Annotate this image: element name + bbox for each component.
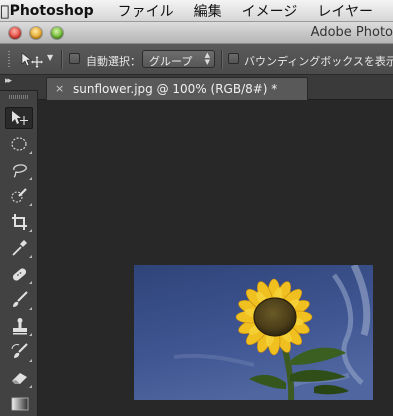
auto-select-label: 自動選択：	[86, 55, 141, 68]
tool-flyout-indicator	[29, 255, 32, 258]
window-title-bar: Adobe Photo	[0, 22, 393, 44]
bandage-icon	[12, 268, 27, 281]
document-tab[interactable]: × sunflower.jpg @ 100% (RGB/8#) *	[46, 77, 308, 100]
eraser-tool[interactable]	[5, 367, 33, 389]
tool-flyout-indicator	[29, 203, 32, 206]
menu-file[interactable]: ファイル	[118, 1, 174, 21]
crop-tool[interactable]	[5, 211, 33, 233]
menu-edit[interactable]: 編集	[194, 1, 222, 21]
gradient-tool[interactable]	[5, 393, 33, 415]
dropdown-arrows-icon: ▲ ▼	[204, 51, 210, 66]
bounding-box-label: バウンディングボックスを表示	[244, 55, 393, 68]
lasso-tool[interactable]	[5, 159, 33, 181]
options-bar-grip[interactable]	[8, 51, 10, 68]
menu-app-name[interactable]: Photoshop	[10, 3, 94, 19]
mac-menu-bar:  Photoshop ファイル 編集 イメージ レイヤー	[0, 0, 393, 22]
tool-flyout-indicator	[29, 359, 32, 362]
document-tab-title: sunflower.jpg @ 100% (RGB/8#) *	[73, 82, 278, 96]
close-document-icon[interactable]: ×	[55, 82, 64, 95]
quick-selection-tool[interactable]	[5, 185, 33, 207]
document-tab-bar: × sunflower.jpg @ 100% (RGB/8#) *	[38, 75, 393, 100]
history-brush-icon	[11, 343, 28, 358]
tools-panel	[0, 91, 38, 416]
window-title: Adobe Photo	[310, 25, 393, 40]
canvas-workspace[interactable]	[39, 100, 393, 416]
tools-panel-grip[interactable]	[9, 95, 29, 99]
collapse-panel-icon[interactable]: ▸▸	[5, 76, 12, 86]
zoom-window-button[interactable]	[51, 27, 63, 39]
tool-flyout-indicator	[29, 151, 32, 154]
crop-icon	[12, 214, 27, 230]
tool-flyout-indicator	[29, 307, 32, 310]
quick-selection-icon	[11, 188, 27, 203]
sunflower-photo[interactable]	[134, 265, 373, 400]
bounding-box-checkbox[interactable]	[228, 53, 239, 64]
spot-healing-brush-tool[interactable]	[5, 263, 33, 285]
brush-icon	[13, 291, 28, 307]
eyedropper-icon	[12, 240, 27, 256]
eyedropper-tool[interactable]	[5, 237, 33, 259]
lasso-icon	[13, 164, 27, 178]
auto-select-target-value: グループ	[149, 55, 193, 68]
tool-options-bar: ▼ 自動選択： グループ ▲ ▼ バウンディングボックスを表示	[0, 44, 393, 75]
history-brush-tool[interactable]	[5, 341, 33, 363]
minimize-window-button[interactable]	[30, 27, 42, 39]
auto-select-target-dropdown[interactable]: グループ ▲ ▼	[142, 50, 215, 68]
gradient-icon	[11, 397, 29, 411]
tool-preset-picker[interactable]	[20, 52, 46, 68]
tool-flyout-indicator	[29, 333, 32, 336]
move-tool[interactable]	[5, 107, 33, 129]
move-tool-icon	[21, 52, 43, 68]
clone-stamp-tool[interactable]	[5, 315, 33, 337]
options-separator	[61, 50, 62, 69]
menu-layer[interactable]: レイヤー	[317, 1, 373, 21]
options-separator	[221, 50, 222, 69]
tool-flyout-indicator	[29, 229, 32, 232]
elliptical-marquee-tool[interactable]	[5, 133, 33, 155]
ellipse-marquee-icon	[11, 137, 27, 151]
brush-tool[interactable]	[5, 289, 33, 311]
close-window-button[interactable]	[9, 27, 21, 39]
tool-flyout-indicator	[29, 281, 32, 284]
eraser-icon	[12, 373, 27, 384]
menu-image[interactable]: イメージ	[242, 1, 298, 21]
apple-icon[interactable]: 	[0, 2, 10, 20]
tool-flyout-indicator	[29, 177, 32, 180]
stamp-icon	[13, 318, 27, 335]
tools-panel-header: ▸▸	[0, 75, 38, 91]
auto-select-checkbox[interactable]	[69, 53, 80, 64]
tool-flyout-indicator	[29, 385, 32, 388]
move-icon	[12, 111, 28, 125]
chevron-down-icon[interactable]: ▼	[47, 53, 53, 62]
